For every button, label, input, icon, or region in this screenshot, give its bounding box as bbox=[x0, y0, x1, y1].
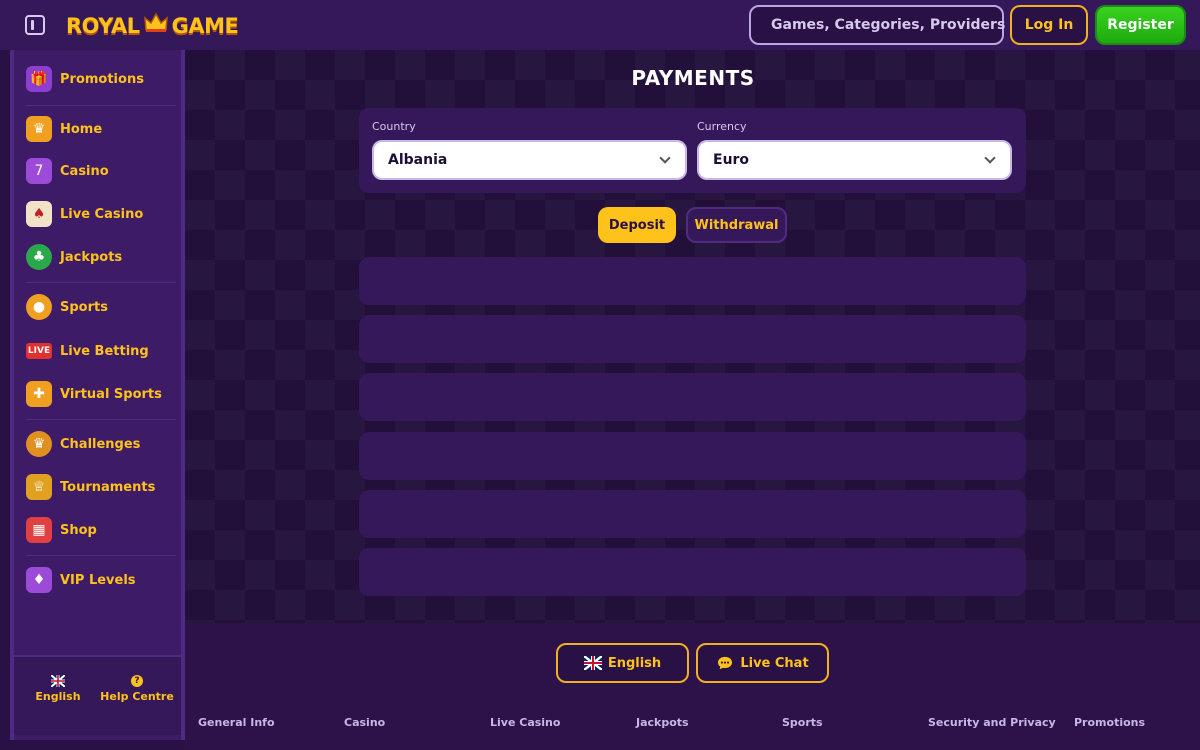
payment-method-row[interactable] bbox=[359, 548, 1026, 596]
country-value: Albania bbox=[388, 152, 448, 168]
vip-icon: ♦ bbox=[26, 567, 52, 593]
logo-crown-icon bbox=[143, 12, 168, 32]
chevron-down-icon bbox=[984, 152, 996, 164]
sidebar-language-label: English bbox=[35, 690, 81, 703]
payment-method-row[interactable] bbox=[359, 315, 1026, 363]
live-badge-icon: LIVE bbox=[26, 343, 52, 359]
footer-link-general-info[interactable]: General Info bbox=[198, 716, 275, 729]
help-icon: ? bbox=[131, 675, 143, 687]
promotions-icon: 🎁 bbox=[26, 66, 52, 92]
live-chat-label: Live Chat bbox=[740, 655, 809, 671]
chevron-down-icon bbox=[659, 152, 671, 164]
sidebar-item-label: Home bbox=[60, 121, 103, 137]
sidebar-item-live-betting[interactable]: LIVE Live Betting bbox=[26, 334, 176, 368]
sidebar-item-virtual-sports[interactable]: ✚ Virtual Sports bbox=[26, 377, 176, 411]
site-logo[interactable]: ROYAL GAME bbox=[66, 12, 239, 40]
payment-method-row[interactable] bbox=[359, 490, 1026, 538]
sidebar-item-label: Live Betting bbox=[60, 343, 149, 359]
sidebar-divider bbox=[26, 419, 176, 420]
payment-method-row[interactable] bbox=[359, 257, 1026, 305]
footer-language-button[interactable]: English bbox=[556, 643, 689, 683]
country-label: Country bbox=[372, 120, 416, 133]
login-button[interactable]: Log In bbox=[1010, 5, 1088, 45]
sidebar-item-label: Casino bbox=[60, 163, 109, 179]
currency-select[interactable]: Euro bbox=[697, 140, 1012, 180]
uk-flag-icon bbox=[583, 656, 602, 670]
sidebar-item-label: Live Casino bbox=[60, 206, 144, 222]
tab-deposit[interactable]: Deposit bbox=[598, 207, 676, 243]
uk-flag-icon bbox=[51, 675, 65, 687]
sidebar-bottom: English ? Help Centre bbox=[14, 655, 181, 735]
sidebar-divider bbox=[26, 555, 176, 556]
chat-bubble-icon bbox=[718, 656, 733, 670]
sidebar-item-shop[interactable]: ▦ Shop bbox=[26, 513, 176, 547]
sidebar-divider bbox=[26, 282, 176, 283]
home-icon: ♛ bbox=[26, 116, 52, 142]
currency-label: Currency bbox=[697, 120, 747, 133]
sidebar-toggle-icon[interactable] bbox=[25, 15, 45, 35]
sidebar-item-vip-levels[interactable]: ♦ VIP Levels bbox=[26, 563, 176, 597]
slot-machine-icon: 7 bbox=[26, 158, 52, 184]
footer bbox=[185, 623, 1200, 750]
sidebar-item-label: Virtual Sports bbox=[60, 386, 162, 402]
sidebar-item-home[interactable]: ♛ Home bbox=[26, 112, 176, 146]
currency-value: Euro bbox=[713, 152, 750, 168]
sidebar-item-challenges[interactable]: ♛ Challenges bbox=[26, 427, 176, 461]
sidebar-item-casino[interactable]: 7 Casino bbox=[26, 154, 176, 188]
footer-link-security-privacy[interactable]: Security and Privacy bbox=[928, 716, 1056, 729]
payment-method-row[interactable] bbox=[359, 432, 1026, 480]
sidebar-item-label: Tournaments bbox=[60, 479, 156, 495]
trophy-icon: ♕ bbox=[26, 474, 52, 500]
sidebar-item-label: Shop bbox=[60, 522, 97, 538]
footer-link-live-casino[interactable]: Live Casino bbox=[490, 716, 560, 729]
challenges-icon: ♛ bbox=[26, 431, 52, 457]
shop-icon: ▦ bbox=[26, 517, 52, 543]
footer-language-label: English bbox=[607, 655, 662, 671]
sidebar-item-label: Challenges bbox=[60, 436, 141, 452]
country-select[interactable]: Albania bbox=[372, 140, 687, 180]
sidebar-help-label: Help Centre bbox=[100, 690, 174, 703]
sidebar-item-jackpots[interactable]: ♣ Jackpots bbox=[26, 240, 176, 274]
sidebar-help-button[interactable]: ? Help Centre bbox=[97, 675, 177, 703]
sidebar-item-live-casino[interactable]: ♠ Live Casino bbox=[26, 197, 176, 231]
sidebar-item-tournaments[interactable]: ♕ Tournaments bbox=[26, 470, 176, 504]
ball-icon: ● bbox=[26, 294, 52, 320]
filter-card: Country Albania Currency Euro bbox=[359, 108, 1026, 193]
register-button[interactable]: Register bbox=[1095, 5, 1186, 45]
gamepad-icon: ✚ bbox=[26, 381, 52, 407]
footer-link-promotions[interactable]: Promotions bbox=[1074, 716, 1145, 729]
footer-link-jackpots[interactable]: Jackpots bbox=[636, 716, 689, 729]
sidebar-language-button[interactable]: English bbox=[18, 675, 98, 703]
search-placeholder: Games, Categories, Providers bbox=[771, 17, 1006, 33]
clover-icon: ♣ bbox=[26, 244, 52, 270]
sidebar-item-sports[interactable]: ● Sports bbox=[26, 290, 176, 324]
live-chat-button[interactable]: Live Chat bbox=[696, 643, 829, 683]
top-header: ROYAL GAME Games, Categories, Providers … bbox=[0, 0, 1200, 50]
sidebar-item-label: Jackpots bbox=[60, 249, 123, 265]
logo-text-right: GAME bbox=[171, 14, 239, 38]
footer-link-sports[interactable]: Sports bbox=[782, 716, 823, 729]
sidebar-item-label: Promotions bbox=[60, 71, 144, 87]
sidebar-item-label: VIP Levels bbox=[60, 572, 136, 588]
footer-link-casino[interactable]: Casino bbox=[344, 716, 385, 729]
page-title: PAYMENTS bbox=[631, 66, 755, 90]
sidebar: 🎁 Promotions ♛ Home 7 Casino ♠ Live Casi… bbox=[10, 50, 185, 740]
tab-withdrawal[interactable]: Withdrawal bbox=[686, 207, 787, 243]
sidebar-item-promotions[interactable]: 🎁 Promotions bbox=[26, 62, 176, 96]
payment-method-row[interactable] bbox=[359, 373, 1026, 421]
sidebar-item-label: Sports bbox=[60, 299, 108, 315]
search-bar[interactable]: Games, Categories, Providers bbox=[749, 5, 1006, 45]
logo-text-left: ROYAL bbox=[66, 14, 140, 38]
cards-icon: ♠ bbox=[26, 201, 52, 227]
sidebar-divider bbox=[26, 105, 176, 106]
